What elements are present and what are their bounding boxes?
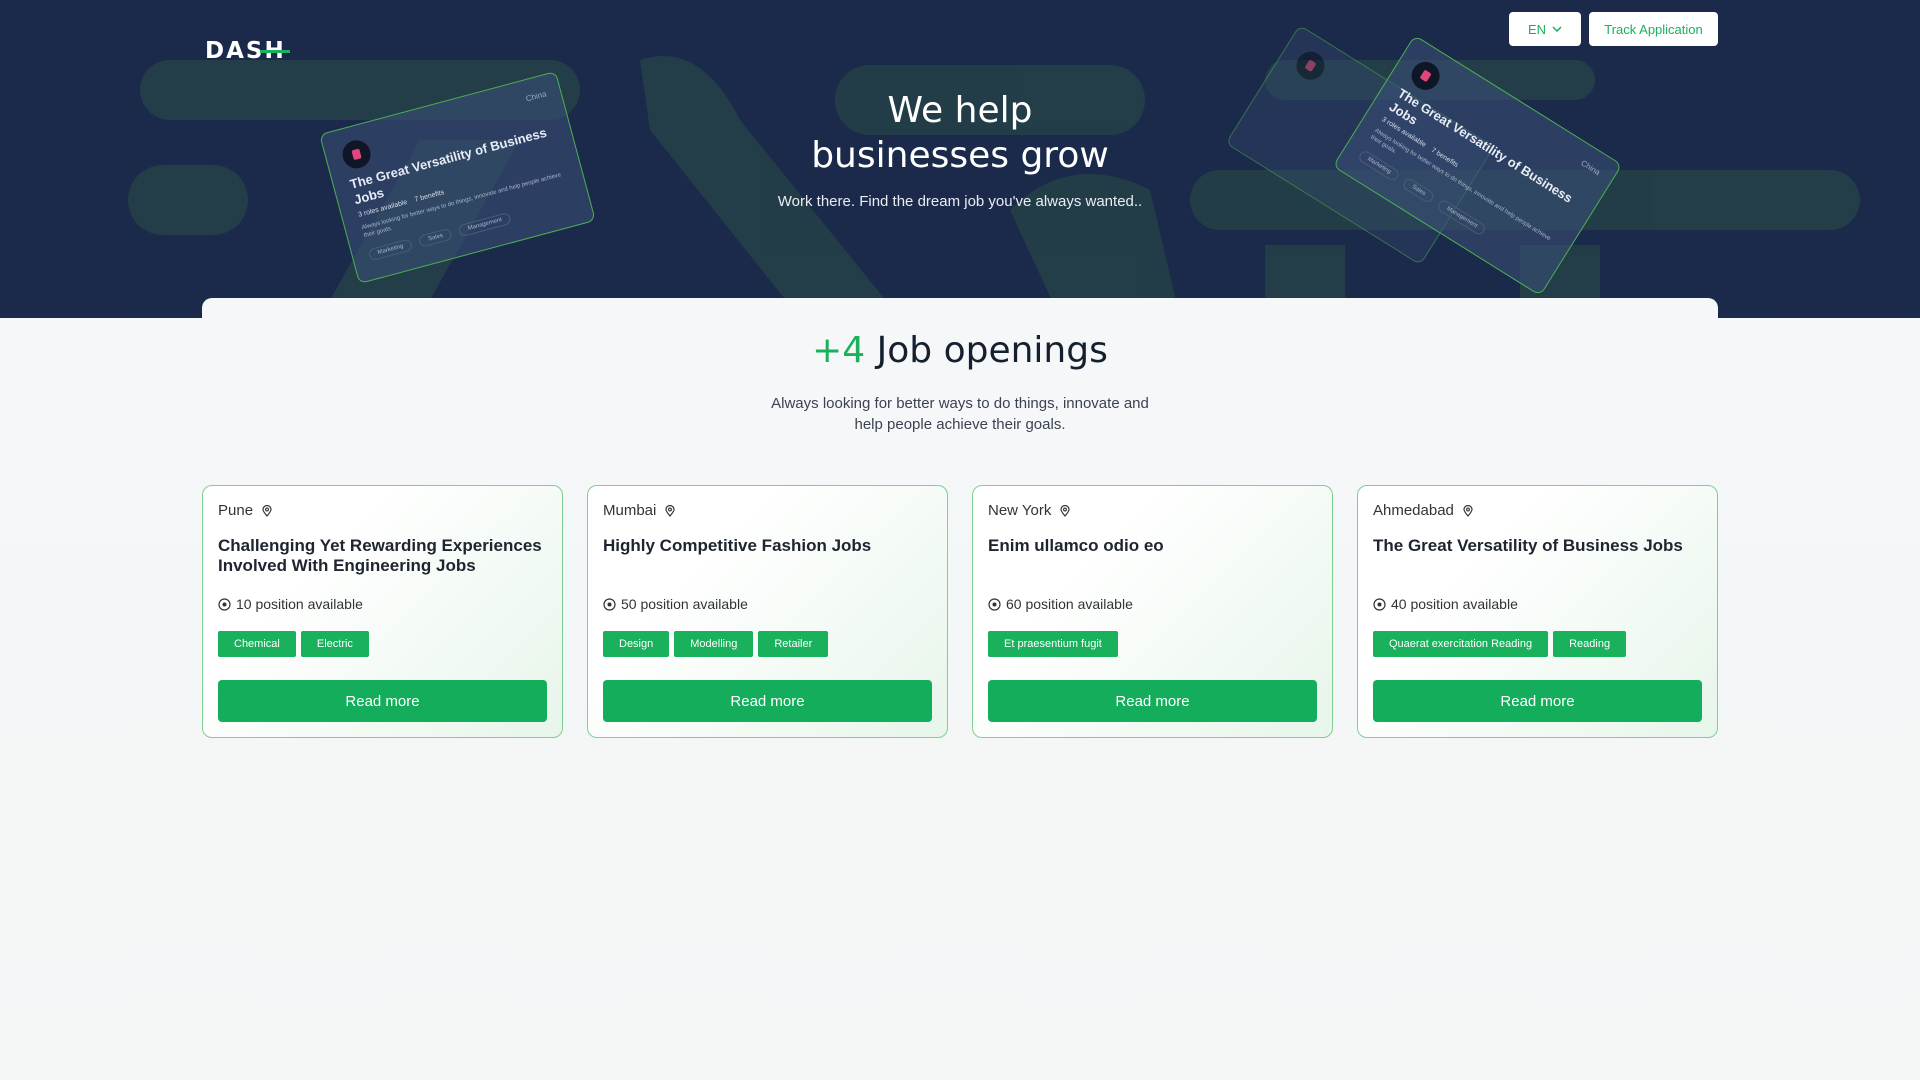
read-more-button[interactable]: Read more [603,680,932,722]
openings-subtitle: Always looking for better ways to do thi… [771,395,1149,433]
job-tag: Et praesentium fugit [988,631,1118,657]
hero-title: We help businesses grow [0,88,1920,178]
hero-title-line2: businesses grow [811,135,1109,176]
job-positions-label: 40 position available [1391,596,1518,612]
logo-accent-bar [260,50,290,53]
job-city-label: New York [988,502,1052,519]
location-pin-icon [262,504,272,517]
job-card-list: Pune Challenging Yet Rewarding Experienc… [202,485,1718,738]
job-tag: Modelling [674,631,754,657]
job-location: Ahmedabad [1373,502,1473,519]
read-more-button[interactable]: Read more [988,680,1317,722]
job-city-label: Ahmedabad [1373,502,1454,519]
job-positions: 40 position available [1373,596,1518,612]
job-tags: Et praesentium fugit [988,631,1118,657]
location-pin-icon [1060,504,1070,517]
hero-title-line1: We help [887,90,1033,131]
job-tag: Design [603,631,670,657]
target-icon [218,597,231,611]
job-card: Ahmedabad The Great Versatility of Busin… [1357,485,1718,738]
job-tags: Chemical Electric [218,631,369,657]
job-title[interactable]: Challenging Yet Rewarding Experiences In… [218,536,548,576]
language-label: EN [1527,21,1547,37]
deco-card-tag: Management [457,211,513,238]
openings-title: +4 Job openings [0,330,1920,371]
job-card: Mumbai Highly Competitive Fashion Jobs 5… [587,485,948,738]
location-pin-icon [665,504,675,517]
job-title[interactable]: Enim ullamco odio eo [988,536,1318,556]
job-tag: Chemical [218,631,296,657]
target-icon [603,597,616,611]
read-more-button[interactable]: Read more [1373,680,1702,722]
job-city-label: Pune [218,502,254,519]
target-icon [1373,597,1386,611]
openings-panel [202,298,1718,478]
job-tags: Quaerat exercitation Reading Reading [1373,631,1627,657]
hero-banner: China The Great Versatility of Business … [0,0,1920,318]
company-logo-icon [1291,46,1330,86]
job-tag: Electric [300,631,369,657]
deco-card-tag: Sales [418,227,454,248]
job-positions-label: 50 position available [621,596,748,612]
openings-count: +4 [812,330,866,371]
chevron-down-icon [1552,26,1562,32]
job-location: Pune [218,502,272,519]
job-location: Mumbai [603,502,675,519]
job-city-label: Mumbai [603,502,657,519]
job-positions-label: 60 position available [1006,596,1133,612]
deco-card-tag: Marketing [367,238,414,262]
track-application-button[interactable]: Track Application [1589,12,1718,46]
job-card: New York Enim ullamco odio eo 60 positio… [972,485,1333,738]
job-positions-label: 10 position available [236,596,363,612]
job-location: New York [988,502,1070,519]
job-tag: Reading [1553,631,1627,657]
job-tag: Quaerat exercitation Reading [1373,631,1549,657]
read-more-button[interactable]: Read more [218,680,547,722]
location-pin-icon [1463,504,1473,517]
job-positions: 10 position available [218,596,363,612]
target-icon [988,597,1001,611]
job-card: Pune Challenging Yet Rewarding Experienc… [202,485,563,738]
job-title[interactable]: Highly Competitive Fashion Jobs [603,536,933,556]
hero-subtitle: Work there. Find the dream job you've al… [777,193,1143,210]
job-positions: 50 position available [603,596,748,612]
job-title[interactable]: The Great Versatility of Business Jobs [1373,536,1703,556]
job-tags: Design Modelling Retailer [603,631,829,657]
language-selector[interactable]: EN [1509,12,1581,46]
job-positions: 60 position available [988,596,1133,612]
job-tag: Retailer [758,631,829,657]
openings-label: Job openings [865,330,1108,371]
